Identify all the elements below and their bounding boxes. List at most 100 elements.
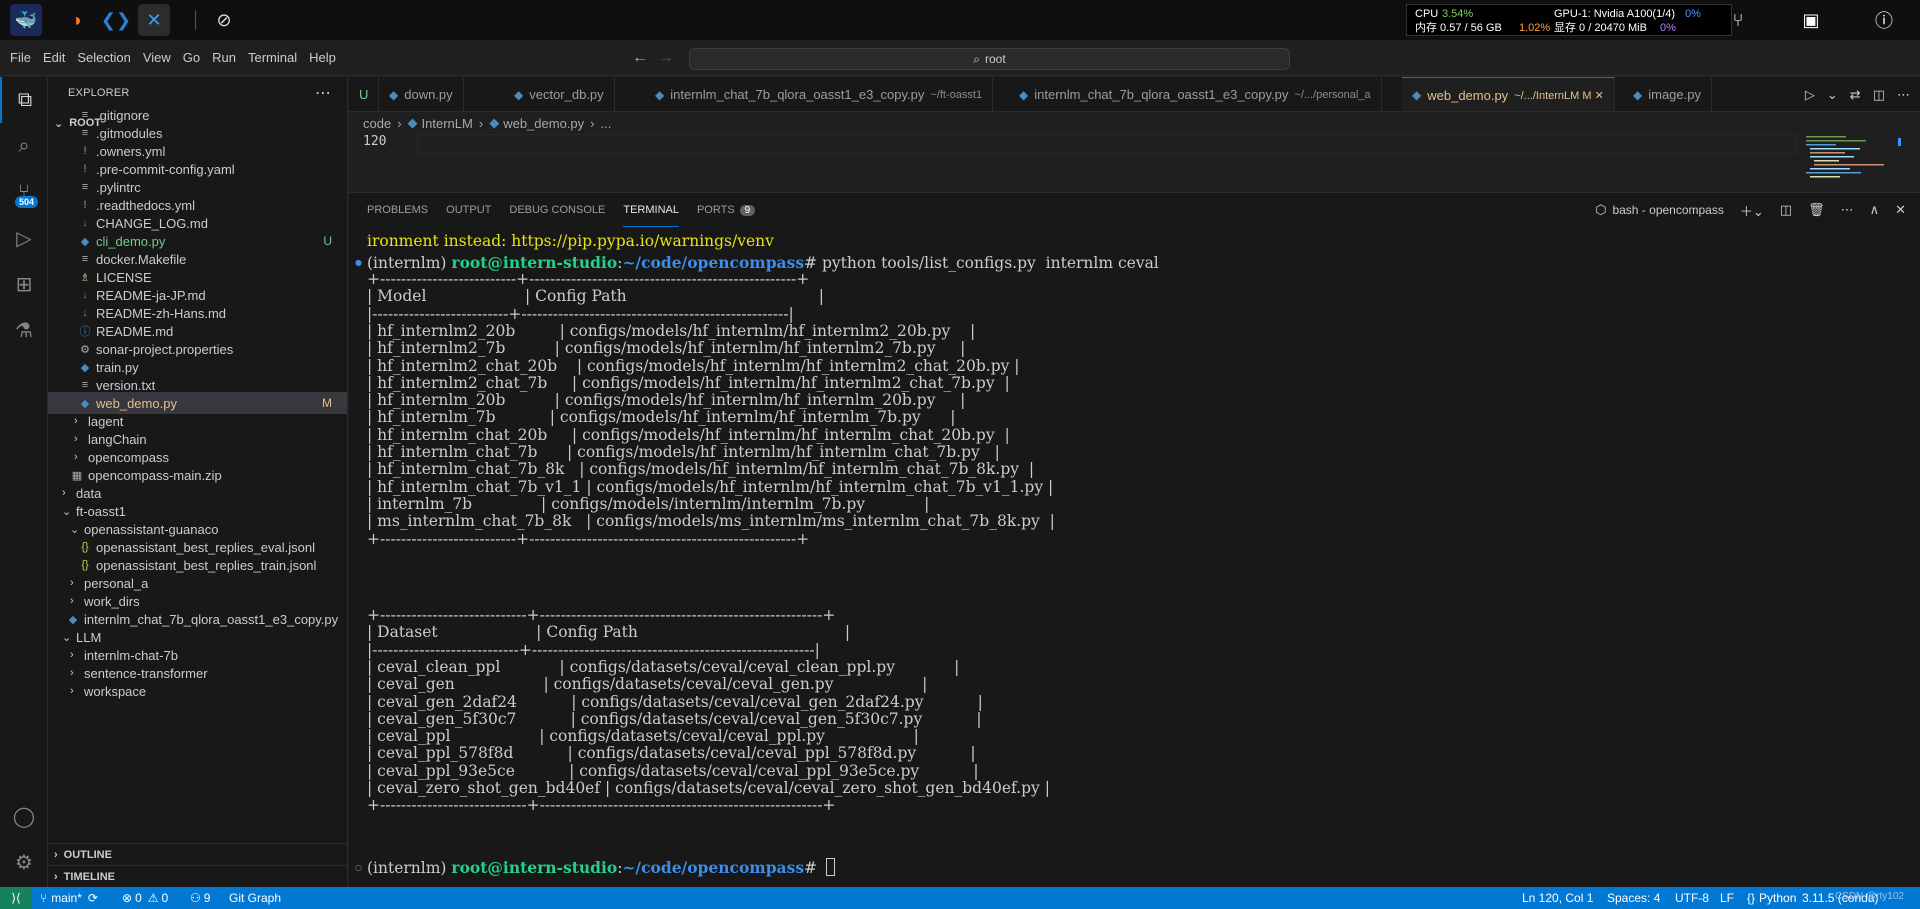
sync-icon: ⟳ <box>87 891 98 905</box>
jupyter-icon[interactable]: ◑ <box>60 4 92 36</box>
tab-ports[interactable]: PORTS 9 <box>697 193 756 227</box>
cursor-position[interactable]: Ln 120, Col 1 <box>1522 887 1593 909</box>
git-status-flag: U <box>323 234 332 248</box>
tree-item-label: LLM <box>76 629 102 645</box>
open-changes-icon[interactable]: ⇄ <box>1850 87 1861 103</box>
tree-item-label: docker.Makefile <box>96 251 187 267</box>
menu-file[interactable]: File <box>4 40 37 76</box>
menu-selection[interactable]: Selection <box>71 40 136 76</box>
chevron-down-icon[interactable]: ⌄ <box>1827 87 1838 103</box>
language-mode[interactable]: {} Python <box>1747 887 1796 909</box>
fork-icon[interactable]: ⑂ <box>1722 4 1754 36</box>
maximize-panel-icon[interactable]: ∧ <box>1870 202 1880 218</box>
new-terminal-icon[interactable]: ＋⌄ <box>1740 201 1764 220</box>
tree-item-label: cli_demo.py <box>96 233 166 249</box>
tree-item-label: sentence-transformer <box>84 665 208 681</box>
split-editor-icon[interactable]: ◫ <box>1873 87 1885 103</box>
breadcrumb-symbol[interactable]: ... <box>601 116 612 131</box>
run-icon[interactable]: ▷ <box>1805 87 1815 103</box>
info-icon[interactable]: ⓘ <box>1868 4 1900 36</box>
more-actions-icon[interactable]: ⋯ <box>1841 202 1854 218</box>
terminal-prompt-line: (internlm) root@intern-studio:~/code/ope… <box>367 857 835 878</box>
run-debug-icon[interactable]: ▷ <box>0 215 48 261</box>
memory-label: 内存 0.57 / 56 GB <box>1415 22 1502 34</box>
tree-item-label: openassistant_best_replies_train.jsonl <box>96 557 317 573</box>
command-center-search[interactable]: ⌕ root <box>689 48 1290 70</box>
editor-tab[interactable]: ◆ internlm_chat_7b_qlora_oasst1_e3_copy.p… <box>645 77 994 111</box>
kill-terminal-icon[interactable]: 🗑 <box>1808 202 1825 218</box>
remote-indicator-icon[interactable]: ⟩⟨ <box>0 887 32 909</box>
tree-item-label: personal_a <box>84 575 149 591</box>
extensions-icon[interactable]: ⊞ <box>0 261 48 307</box>
screenshot-icon[interactable]: ▣ <box>1795 4 1827 36</box>
chevron-down-icon: ⌄ <box>70 523 80 536</box>
terminal-command: python tools/list_configs.py internlm ce… <box>821 254 1159 272</box>
source-control-icon[interactable]: ⑂ <box>0 169 48 215</box>
memory-value: 1.02% <box>1519 22 1551 34</box>
terminal-shell-icon: ⬡ <box>1595 202 1607 217</box>
cpu-value: 3.54% <box>1442 8 1474 20</box>
menu-run[interactable]: Run <box>206 40 242 76</box>
vram-label: 显存 0 / 20470 MiB <box>1554 22 1647 34</box>
python-file-icon: ◆ <box>1019 87 1029 102</box>
search-activity-icon[interactable]: ⌕ <box>0 123 48 169</box>
tab-output[interactable]: OUTPUT <box>446 193 491 227</box>
bottom-panel: PROBLEMS OUTPUT DEBUG CONSOLE TERMINAL P… <box>349 192 1920 887</box>
chevron-down-icon: ⌄ <box>62 505 72 518</box>
problems-status[interactable]: ⊗ 0 ⚠ 0 <box>122 887 168 909</box>
ports-status[interactable]: ⚇ 9 <box>190 887 210 909</box>
tab-label: internlm_chat_7b_qlora_oasst1_e3_copy.py <box>1034 87 1289 102</box>
tab-problems[interactable]: PROBLEMS <box>367 193 428 227</box>
testing-icon[interactable]: ⚗ <box>0 307 48 353</box>
minimap[interactable] <box>1804 134 1904 192</box>
file-type-icon: ◆ <box>80 361 90 374</box>
outline-section[interactable]: › OUTLINE <box>48 843 347 865</box>
tab-debug-console[interactable]: DEBUG CONSOLE <box>509 193 605 227</box>
tree-item-label: .pre-commit-config.yaml <box>96 161 235 177</box>
forward-arrow-icon[interactable]: → <box>658 49 674 67</box>
code-editor[interactable]: 120 <box>349 134 1920 192</box>
editor-tab[interactable]: U <box>349 77 380 111</box>
more-actions-icon[interactable]: ⋯ <box>315 83 331 103</box>
encoding-status[interactable]: UTF-8 <box>1675 887 1709 909</box>
tab-label: down.py <box>404 87 453 102</box>
command-pending-dot-icon: ○ <box>355 863 362 872</box>
menu-help[interactable]: Help <box>303 40 342 76</box>
settings-gear-icon[interactable]: ⚙ <box>0 839 48 885</box>
terminal-output[interactable]: ironment instead: https://pip.pypa.io/wa… <box>349 231 1920 888</box>
menu-view[interactable]: View <box>137 40 177 76</box>
tab-terminal[interactable]: TERMINAL <box>623 193 679 227</box>
accounts-icon[interactable]: ◯ <box>0 793 48 839</box>
code-editor-icon[interactable]: ❮❯ <box>100 4 132 36</box>
editor-tab[interactable]: ◆ down.py <box>379 77 464 111</box>
editor-tab[interactable]: ◆ web_demo.py ~/.../InternLM M ✕ <box>1402 77 1615 111</box>
indentation-status[interactable]: Spaces: 4 <box>1607 887 1660 909</box>
explorer-icon[interactable]: ⧉ <box>0 77 48 123</box>
folder-item[interactable]: › workspace <box>48 680 347 702</box>
git-graph-status[interactable]: Git Graph <box>229 887 281 909</box>
breadcrumb-file[interactable]: web_demo.py <box>503 116 584 131</box>
tab-description: ~/.../personal_a <box>1294 88 1371 101</box>
file-type-icon: ≡ <box>81 127 89 139</box>
more-actions-icon[interactable]: ⋯ <box>1897 87 1910 103</box>
editor-tab[interactable]: ◆ image.py <box>1623 77 1712 111</box>
terminal-name[interactable]: bash - opencompass <box>1612 203 1723 217</box>
menu-terminal[interactable]: Terminal <box>242 40 303 76</box>
eol-status[interactable]: LF <box>1720 887 1734 909</box>
editor-tab[interactable]: ◆ internlm_chat_7b_qlora_oasst1_e3_copy.p… <box>1009 77 1382 111</box>
menu-edit[interactable]: Edit <box>37 40 71 76</box>
intern-studio-logo-icon[interactable]: 🐳 <box>10 4 42 36</box>
back-arrow-icon[interactable]: ← <box>632 49 648 67</box>
breadcrumb-internlm[interactable]: InternLM <box>422 116 473 131</box>
explorer-sidebar: EXPLORER ⋯ ⌄ ROOT ≡ .gitignore ≡ .gitmodule… <box>48 77 348 887</box>
vscode-icon[interactable]: ✕ <box>138 4 170 36</box>
split-terminal-icon[interactable]: ◫ <box>1780 202 1792 218</box>
breadcrumb-code[interactable]: code <box>363 116 391 131</box>
editor-tab[interactable]: ◆ vector_db.py <box>504 77 615 111</box>
timeline-section[interactable]: › TIMELINE <box>48 865 347 887</box>
menu-go[interactable]: Go <box>177 40 206 76</box>
close-panel-icon[interactable]: ✕ <box>1895 202 1906 218</box>
file-type-icon: ! <box>83 163 87 175</box>
compass-icon[interactable]: ⊘ <box>208 4 240 36</box>
branch-status[interactable]: ⑂ main* ⟳ <box>40 887 98 909</box>
